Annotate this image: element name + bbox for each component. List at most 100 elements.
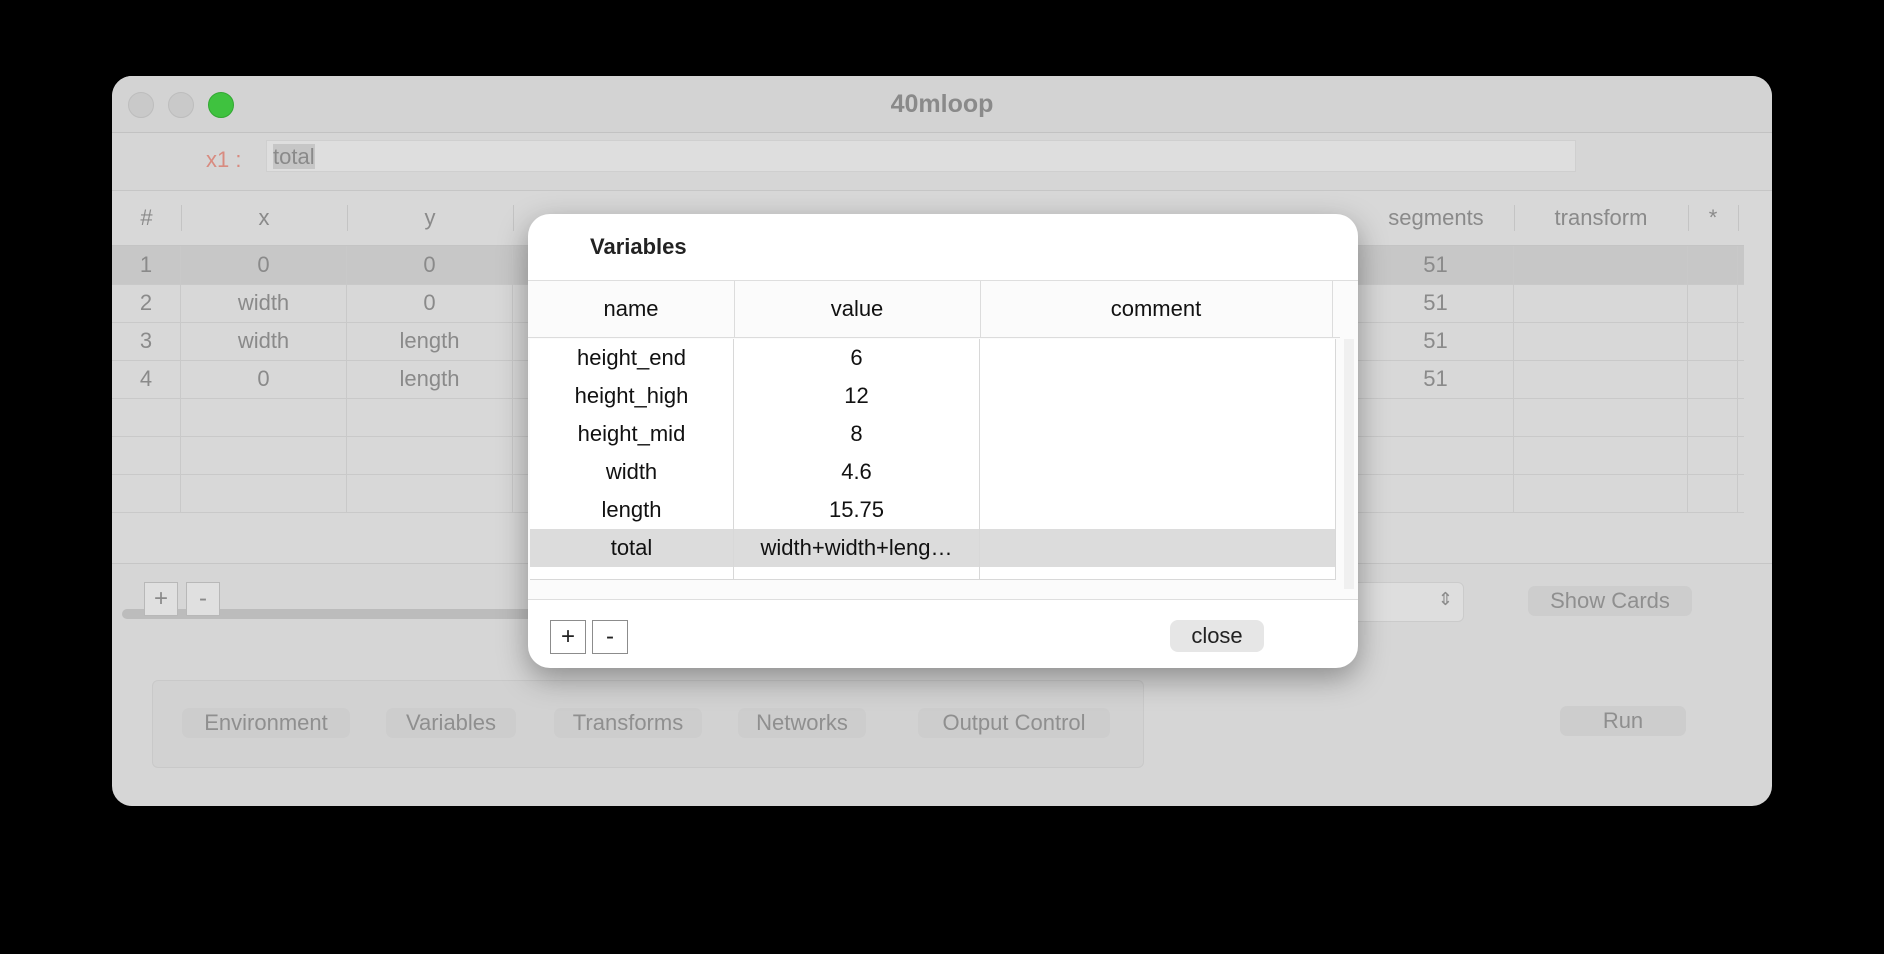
remove-variable-button[interactable]: - [592,620,628,654]
row-num: 3 [112,322,181,360]
variable-name[interactable] [530,567,734,579]
variable-value[interactable]: 8 [734,415,980,453]
col-head-x[interactable]: x [181,205,348,231]
mode-select[interactable]: ⇕ [1352,582,1464,622]
tab-networks[interactable]: Networks [738,708,866,738]
variable-row[interactable]: width 4.6 [530,453,1336,492]
cell-y[interactable]: length [347,322,513,360]
cell-transform[interactable] [1514,360,1688,398]
variable-value[interactable]: 15.75 [734,491,980,529]
col-head-num[interactable]: # [112,205,182,231]
variable-name[interactable]: height_end [530,339,734,377]
cell-star[interactable] [1688,322,1738,360]
cell-segments[interactable] [1358,436,1514,474]
run-button[interactable]: Run [1560,706,1686,736]
row-num [112,474,181,512]
variable-row[interactable]: length 15.75 [530,491,1336,530]
cell-x[interactable]: width [181,322,347,360]
cell-transform[interactable] [1514,246,1688,284]
horizontal-scrollbar[interactable] [122,609,542,619]
cell-segments[interactable] [1358,474,1514,512]
cell-transform[interactable] [1514,284,1688,322]
add-row-button[interactable]: + [144,582,178,616]
variable-value[interactable]: width+width+leng… [734,529,980,567]
variable-comment[interactable] [980,415,1336,453]
formula-label: x1 : [206,147,242,172]
variable-name[interactable]: length [530,491,734,529]
cell-segments[interactable]: 51 [1358,322,1514,360]
cell-x[interactable] [181,474,347,512]
variable-name[interactable]: height_high [530,377,734,415]
variable-comment[interactable] [980,377,1336,415]
cell-y[interactable]: 0 [347,284,513,322]
variable-row-empty[interactable] [530,567,1336,580]
cell-transform[interactable] [1514,398,1688,436]
row-num: 4 [112,360,181,398]
cell-x[interactable] [181,436,347,474]
cell-transform[interactable] [1514,474,1688,512]
formula-bar: x1 : total [112,133,1772,189]
formula-input[interactable]: total [266,140,1576,172]
cell-y[interactable] [347,398,513,436]
cell-star[interactable] [1688,246,1738,284]
col-head-segments[interactable]: segments [1358,205,1515,231]
variable-value[interactable]: 6 [734,339,980,377]
cell-transform[interactable] [1514,322,1688,360]
cell-segments[interactable]: 51 [1358,360,1514,398]
variable-comment[interactable] [980,453,1336,491]
close-dialog-button[interactable]: close [1170,620,1264,652]
cell-star[interactable] [1688,398,1738,436]
variable-row[interactable]: height_mid 8 [530,415,1336,454]
add-variable-button[interactable]: + [550,620,586,654]
vertical-scrollbar[interactable] [1344,339,1354,589]
cell-x[interactable]: 0 [181,246,347,284]
tab-variables[interactable]: Variables [386,708,516,738]
cell-star[interactable] [1688,474,1738,512]
tab-environment[interactable]: Environment [182,708,350,738]
tab-output-control[interactable]: Output Control [918,708,1110,738]
row-num: 2 [112,284,181,322]
cell-y[interactable]: length [347,360,513,398]
cell-x[interactable] [181,398,347,436]
variables-dialog: Variables name value comment height_end … [528,214,1358,668]
cell-segments[interactable]: 51 [1358,284,1514,322]
cell-segments[interactable]: 51 [1358,246,1514,284]
cell-star[interactable] [1688,436,1738,474]
cell-y[interactable]: 0 [347,246,513,284]
col-head-star[interactable]: * [1688,205,1739,231]
cell-transform[interactable] [1514,436,1688,474]
cell-y[interactable] [347,436,513,474]
remove-row-button[interactable]: - [186,582,220,616]
header-divider [528,337,1340,338]
col-head-name[interactable]: name [528,281,735,337]
col-head-comment[interactable]: comment [980,281,1333,337]
col-head-transform[interactable]: transform [1514,205,1689,231]
variable-value[interactable]: 12 [734,377,980,415]
tab-transforms[interactable]: Transforms [554,708,702,738]
cell-segments[interactable] [1358,398,1514,436]
variable-comment[interactable] [980,567,1336,579]
variable-comment[interactable] [980,529,1336,567]
variable-name[interactable]: width [530,453,734,491]
variable-row[interactable]: height_high 12 [530,377,1336,416]
cell-x[interactable]: width [181,284,347,322]
variable-name[interactable]: height_mid [530,415,734,453]
cell-star[interactable] [1688,360,1738,398]
row-num [112,436,181,474]
col-head-y[interactable]: y [347,205,514,231]
variable-name[interactable]: total [530,529,734,567]
row-num [112,398,181,436]
variable-comment[interactable] [980,491,1336,529]
cell-y[interactable] [347,474,513,512]
variable-value[interactable] [734,567,980,579]
variable-row-selected[interactable]: total width+width+leng… [530,529,1336,568]
cell-star[interactable] [1688,284,1738,322]
variable-row[interactable]: height_end 6 [530,339,1336,378]
window-title: 40mloop [890,90,994,118]
show-cards-button[interactable]: Show Cards [1528,586,1692,616]
row-num: 1 [112,246,181,284]
col-head-value[interactable]: value [734,281,981,337]
variable-comment[interactable] [980,339,1336,377]
variable-value[interactable]: 4.6 [734,453,980,491]
cell-x[interactable]: 0 [181,360,347,398]
